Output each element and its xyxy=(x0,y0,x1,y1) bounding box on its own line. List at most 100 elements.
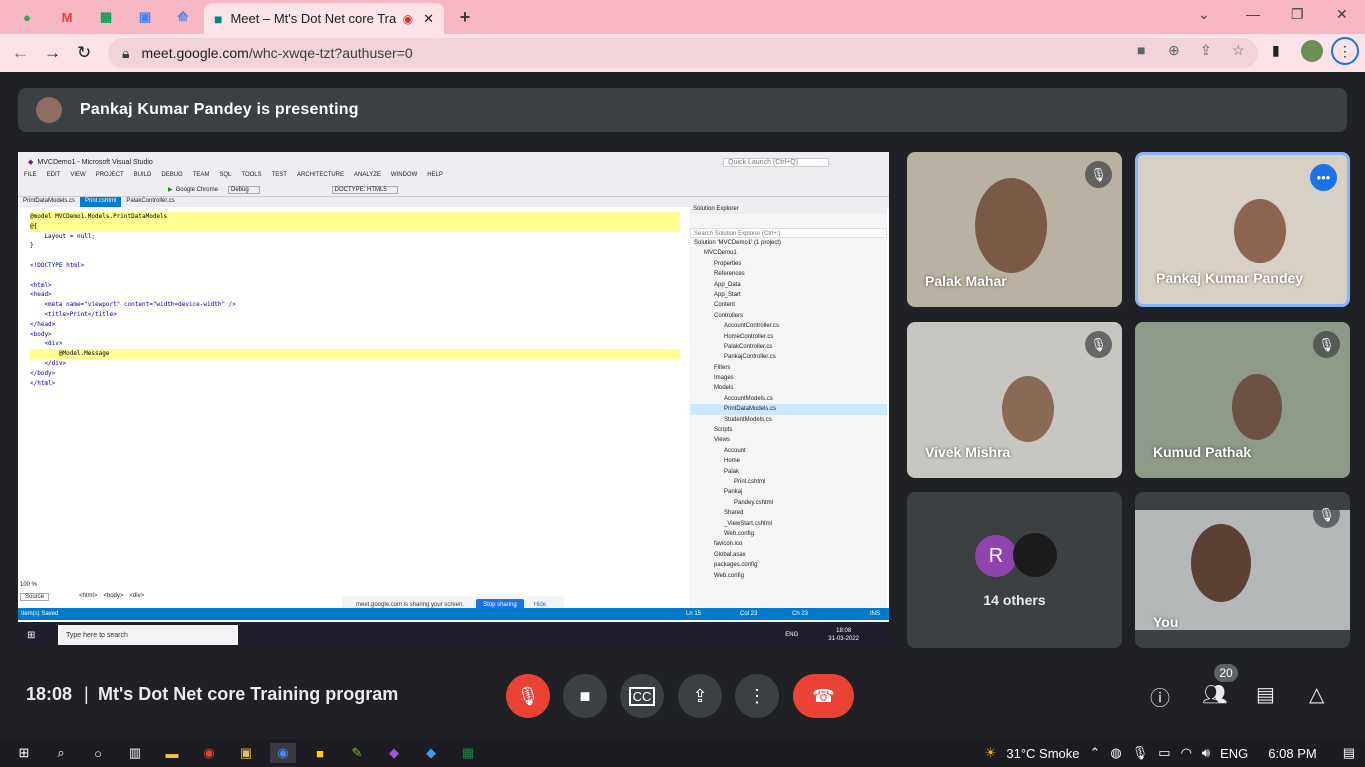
solution-item[interactable]: _ViewStart.cshtml xyxy=(690,519,887,529)
solution-item[interactable]: Web.config xyxy=(690,529,887,539)
inner-start-icon[interactable]: ⊞ xyxy=(27,630,35,641)
wifi-icon[interactable]: ◠ xyxy=(1181,745,1192,761)
vs-config-select[interactable]: Debug xyxy=(227,185,260,194)
windows-start-icon[interactable]: ⊞ xyxy=(11,743,37,763)
others-tile[interactable]: R 14 others xyxy=(907,492,1122,648)
pinned-tab-icon-2[interactable]: ⟰ xyxy=(170,6,196,28)
minimize-icon[interactable]: — xyxy=(1246,6,1260,22)
sticky-notes-icon[interactable]: ■ xyxy=(307,743,333,763)
app-icon[interactable]: ▣ xyxy=(233,743,259,763)
solution-item[interactable]: AccountModels.cs xyxy=(690,394,887,404)
self-tile[interactable]: 🎙︎ You xyxy=(1135,492,1350,648)
solution-item[interactable]: App_Start xyxy=(690,290,887,300)
breadcrumb-item[interactable]: <div> xyxy=(129,593,144,601)
solution-search[interactable]: Search Solution Explorer (Ctrl+;) xyxy=(690,228,887,238)
vs-menu-item[interactable]: PROJECT xyxy=(96,172,124,183)
camera-icon[interactable]: ■ xyxy=(1137,42,1145,58)
bookmark-star-icon[interactable]: ☆ xyxy=(1232,42,1245,59)
weather-text[interactable]: 31°C Smoke xyxy=(1006,746,1079,761)
language-indicator[interactable]: ENG xyxy=(1220,746,1248,761)
maximize-icon[interactable]: ❐ xyxy=(1291,6,1304,23)
calendar-tab-icon[interactable]: ▣ xyxy=(132,6,158,28)
solution-item[interactable]: packages.config xyxy=(690,560,887,570)
vscode-icon[interactable]: ◆ xyxy=(418,743,444,763)
breadcrumb-item[interactable]: <html> xyxy=(79,593,97,601)
solution-item[interactable]: StudentModels.cs xyxy=(690,415,887,425)
solution-item[interactable]: Web.config xyxy=(690,571,887,581)
vs-menu-item[interactable]: BUILD xyxy=(134,172,152,183)
solution-item[interactable]: Pankaj xyxy=(690,487,887,497)
solution-item[interactable]: HomeController.cs xyxy=(690,332,887,342)
solution-item[interactable]: Properties xyxy=(690,259,887,269)
meeting-details-icon[interactable]: ⓘ xyxy=(1150,682,1170,711)
battery-icon[interactable]: ▭ xyxy=(1158,745,1170,761)
solution-item[interactable]: App_Data xyxy=(690,280,887,290)
visual-studio-icon[interactable]: ◆ xyxy=(381,743,407,763)
search-icon[interactable]: ⌕ xyxy=(48,743,74,763)
run-icon[interactable]: ▶ xyxy=(168,186,173,193)
new-tab-icon[interactable]: + xyxy=(452,6,478,28)
active-tab[interactable]: ■ Meet – Mt's Dot Net core Tra ◉ ✕ xyxy=(204,3,444,34)
share-icon[interactable]: ⇪ xyxy=(1200,42,1212,59)
notifications-icon[interactable]: ▤ xyxy=(1343,745,1355,761)
code-editor[interactable]: @model MVCDemo1.Models.PrintDataModels @{… xyxy=(30,212,680,582)
participant-tile-3[interactable]: 🎙︎ Vivek Mishra xyxy=(907,322,1122,478)
solution-item[interactable]: PankajController.cs xyxy=(690,352,887,362)
leave-call-button[interactable]: ☎︎ xyxy=(793,674,854,718)
solution-item[interactable]: Home xyxy=(690,456,887,466)
excel-icon[interactable]: ▦ xyxy=(455,743,481,763)
reload-icon[interactable]: ↻ xyxy=(77,43,91,63)
present-button[interactable]: ⇪ xyxy=(678,674,722,718)
sheets-tab-icon[interactable]: ▦ xyxy=(93,6,119,28)
solution-item[interactable]: AccountController.cs xyxy=(690,321,887,331)
pinned-tab-icon[interactable]: ● xyxy=(14,6,40,28)
solution-item[interactable]: Account xyxy=(690,446,887,456)
solution-item[interactable]: Global.asax xyxy=(690,550,887,560)
vs-menu-item[interactable]: ARCHITECTURE xyxy=(297,172,344,183)
solution-item[interactable]: Images xyxy=(690,373,887,383)
more-options-icon[interactable]: ••• xyxy=(1310,164,1337,191)
tray-mic-icon[interactable]: 🎙︎ xyxy=(1132,745,1149,761)
vs-menu-item[interactable]: SQL xyxy=(219,172,231,183)
chat-icon[interactable]: ▤ xyxy=(1256,682,1275,707)
inner-search-box[interactable]: Type here to search xyxy=(58,625,238,645)
solution-item[interactable]: Pandey.cshtml xyxy=(690,498,887,508)
vs-doc-tab[interactable]: PalakController.cs xyxy=(121,197,179,207)
task-view-icon[interactable]: ▥ xyxy=(122,743,148,763)
solution-item[interactable]: Filters xyxy=(690,363,887,373)
notepad-icon[interactable]: ✎ xyxy=(344,743,370,763)
vs-menu-item[interactable]: TEST xyxy=(272,172,287,183)
forward-icon[interactable]: → xyxy=(44,43,61,63)
vs-menu-item[interactable]: WINDOW xyxy=(391,172,417,183)
solution-item[interactable]: Print.cshtml xyxy=(690,477,887,487)
solution-item[interactable]: favicon.ico xyxy=(690,539,887,549)
vs-menu-item[interactable]: EDIT xyxy=(47,172,61,183)
solution-item[interactable]: Models xyxy=(690,383,887,393)
tray-chevron-icon[interactable]: ⌃ xyxy=(1090,745,1101,761)
vs-menu-item[interactable]: TOOLS xyxy=(241,172,261,183)
breadcrumb-item[interactable]: <body> xyxy=(103,593,123,601)
participant-tile-2[interactable]: ••• Pankaj Kumar Pandey xyxy=(1135,152,1350,307)
vs-menu-item[interactable]: DEBUG xyxy=(161,172,182,183)
chrome-icon[interactable]: ◉ xyxy=(196,743,222,763)
more-options-button[interactable]: ⋮ xyxy=(735,674,779,718)
captions-button[interactable]: CC xyxy=(620,674,664,718)
side-panel-icon[interactable]: ▮ xyxy=(1272,42,1280,59)
vs-doc-tab[interactable]: PrintDataModels.cs xyxy=(18,197,80,207)
omnibox[interactable]: 🔒︎ meet.google.com/whc-xwqe-tzt?authuser… xyxy=(108,38,1258,68)
zoom-icon[interactable]: ⊕ xyxy=(1168,42,1180,59)
vs-source-tab[interactable]: Source xyxy=(20,593,50,601)
solution-item[interactable]: Content xyxy=(690,300,887,310)
solution-item[interactable]: References xyxy=(690,269,887,279)
solution-item[interactable]: Controllers xyxy=(690,311,887,321)
solution-item[interactable]: Palak xyxy=(690,467,887,477)
vs-menu-item[interactable]: ANALYZE xyxy=(354,172,381,183)
participant-tile-4[interactable]: 🎙︎ Kumud Pathak xyxy=(1135,322,1350,478)
camera-toggle-button[interactable]: ■ xyxy=(563,674,607,718)
tab-search-icon[interactable]: ⌄ xyxy=(1198,6,1210,23)
vs-menu-item[interactable]: HELP xyxy=(427,172,443,183)
chrome-active-icon[interactable]: ◉ xyxy=(270,743,296,763)
cortana-icon[interactable]: ○ xyxy=(85,743,111,763)
vs-zoom[interactable]: 100 % xyxy=(20,582,37,588)
vs-menu-item[interactable]: TEAM xyxy=(193,172,210,183)
